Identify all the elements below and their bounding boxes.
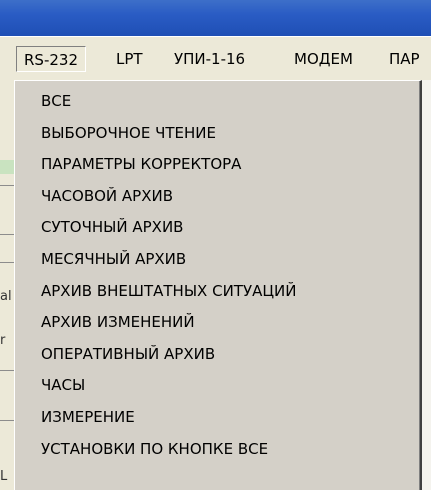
menu-item-all-button-settings[interactable]: УСТАНОВКИ ПО КНОПКЕ ВСЕ xyxy=(15,434,420,466)
background-text-fragment: L xyxy=(0,469,8,484)
background-divider xyxy=(0,185,14,186)
dropdown-list: ВСЕ ВЫБОРОЧНОЕ ЧТЕНИЕ ПАРАМЕТРЫ КОРРЕКТО… xyxy=(15,86,420,465)
menu-bar: RS-232 LPT УПИ-1-16 МОДЕМ ПАР xyxy=(0,36,431,81)
menu-item-emergency-archive[interactable]: АРХИВ ВНЕШТАТНЫХ СИТУАЦИЙ xyxy=(15,276,420,308)
menu-item-monthly-archive[interactable]: МЕСЯЧНЫЙ АРХИВ xyxy=(15,244,420,276)
menu-item-hourly-archive[interactable]: ЧАСОВОЙ АРХИВ xyxy=(15,181,420,213)
menu-lpt[interactable]: LPT xyxy=(116,46,143,72)
menu-item-selective-read[interactable]: ВЫБОРОЧНОЕ ЧТЕНИЕ xyxy=(15,118,420,150)
menu-item-corrector-params[interactable]: ПАРАМЕТРЫ КОРРЕКТОРА xyxy=(15,149,420,181)
background-text-fragment: al xyxy=(0,289,12,304)
background-divider xyxy=(0,262,14,263)
background-divider xyxy=(0,370,14,371)
background-divider xyxy=(0,234,14,235)
window-title-bar[interactable] xyxy=(0,0,431,36)
rs232-dropdown-menu: ВСЕ ВЫБОРОЧНОЕ ЧТЕНИЕ ПАРАМЕТРЫ КОРРЕКТО… xyxy=(14,80,422,490)
menu-modem[interactable]: МОДЕМ xyxy=(294,46,353,72)
menu-par[interactable]: ПАР xyxy=(389,46,420,72)
menu-item-all[interactable]: ВСЕ xyxy=(15,86,420,118)
menu-upi-1-16[interactable]: УПИ-1-16 xyxy=(174,46,245,72)
menu-item-changes-archive[interactable]: АРХИВ ИЗМЕНЕНИЙ xyxy=(15,307,420,339)
background-divider xyxy=(0,420,14,421)
menu-item-measurement[interactable]: ИЗМЕРЕНИЕ xyxy=(15,402,420,434)
menu-rs232[interactable]: RS-232 xyxy=(16,46,86,72)
menu-item-operative-archive[interactable]: ОПЕРАТИВНЫЙ АРХИВ xyxy=(15,339,420,371)
menu-item-clock[interactable]: ЧАСЫ xyxy=(15,370,420,402)
menu-item-daily-archive[interactable]: СУТОЧНЫЙ АРХИВ xyxy=(15,212,420,244)
background-text-fragment: r xyxy=(0,333,6,348)
